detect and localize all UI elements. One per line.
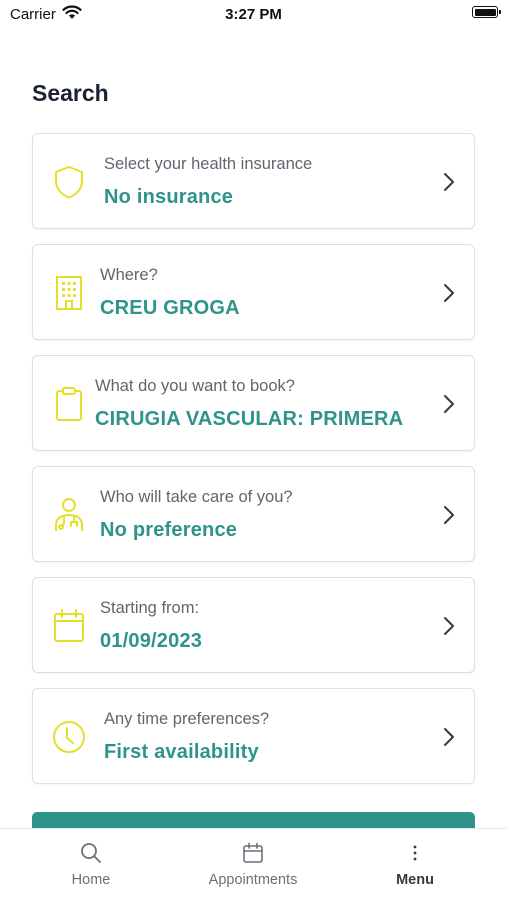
card-label: What do you want to book? [95, 377, 295, 395]
card-label: Starting from: [100, 599, 200, 617]
clipboard-icon [56, 387, 82, 421]
building-icon [56, 276, 82, 310]
chevron-right-icon [444, 395, 454, 413]
tab-label: Home [71, 872, 111, 888]
chevron-right-icon [444, 284, 454, 302]
card-label: Any time preferences? [104, 710, 270, 728]
tab-menu[interactable]: Menu [340, 829, 490, 901]
chevron-right-icon [444, 728, 454, 746]
doctor-icon [55, 498, 83, 531]
page-title: Search [32, 80, 109, 106]
card-value: First availability [104, 741, 259, 763]
clock-time: 3:27 PM [225, 6, 282, 23]
chevron-right-icon [444, 617, 454, 635]
booking-type-selector[interactable]: What do you want to book? CIRUGIA VASCUL… [32, 355, 475, 451]
tab-label: Appointments [208, 872, 298, 888]
more-vertical-icon [413, 845, 417, 861]
health-insurance-selector[interactable]: Select your health insurance No insuranc… [32, 133, 475, 229]
card-label: Who will take care of you? [100, 488, 293, 506]
tab-home[interactable]: Home [16, 829, 166, 901]
card-value: CREU GROGA [100, 297, 240, 319]
shield-icon [55, 166, 83, 199]
location-selector[interactable]: Where? CREU GROGA [32, 244, 475, 340]
time-preference-selector[interactable]: Any time preferences? First availability [32, 688, 475, 784]
battery-icon [472, 6, 501, 18]
card-label: Select your health insurance [104, 155, 313, 173]
start-date-selector[interactable]: Starting from: 01/09/2023 [32, 577, 475, 673]
bottom-tab-bar: Home Appointments Menu [0, 828, 507, 900]
search-icon [81, 843, 101, 863]
chevron-right-icon [444, 506, 454, 524]
status-bar: Carrier 3:27 PM [0, 0, 507, 30]
card-value: No preference [100, 519, 238, 541]
calendar-icon [54, 609, 84, 642]
tab-label: Menu [396, 872, 434, 888]
calendar-icon [243, 842, 263, 863]
clock-icon [53, 721, 85, 753]
card-label: Where? [100, 266, 158, 284]
card-value: No insurance [104, 186, 234, 208]
card-value: CIRUGIA VASCULAR: PRIMERA [95, 408, 404, 430]
tab-appointments[interactable]: Appointments [178, 829, 328, 901]
chevron-right-icon [444, 173, 454, 191]
card-value: 01/09/2023 [100, 630, 203, 652]
professional-selector[interactable]: Who will take care of you? No preference [32, 466, 475, 562]
